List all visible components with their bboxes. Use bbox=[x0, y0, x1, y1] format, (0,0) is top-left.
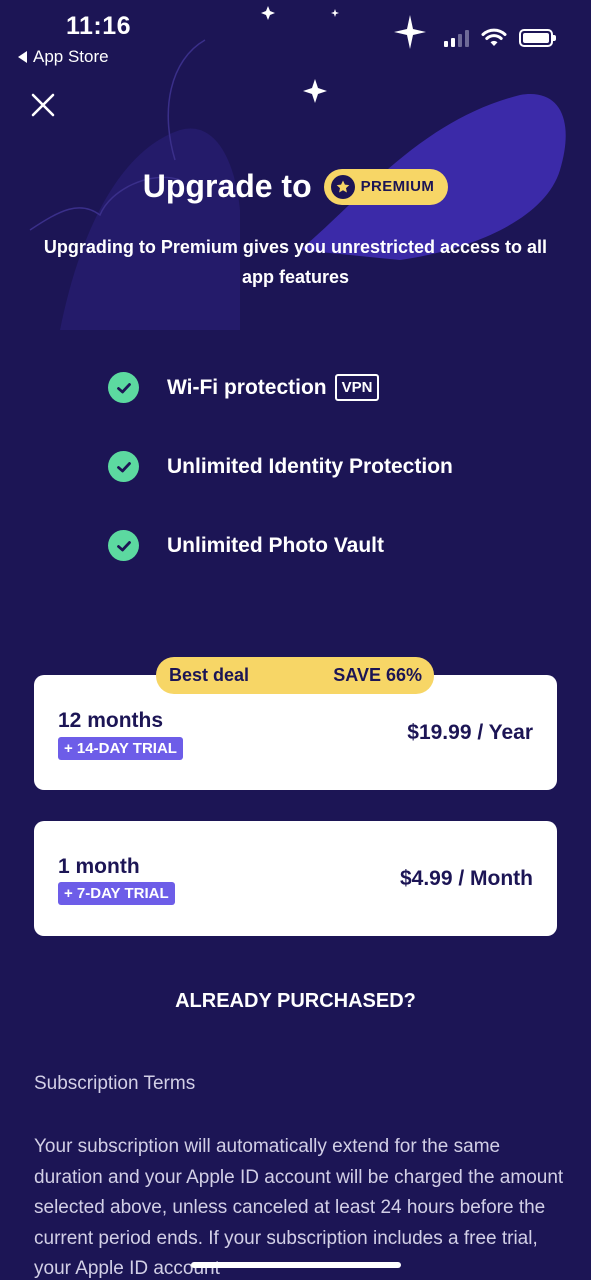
save-percent-label: SAVE 66% bbox=[333, 665, 422, 685]
plan-price: $19.99 / Year bbox=[407, 721, 533, 744]
back-to-app-store-link[interactable]: App Store bbox=[18, 47, 109, 67]
subscription-terms-body: Your subscription will automatically ext… bbox=[34, 1136, 564, 1279]
subscription-terms-heading: Subscription Terms bbox=[34, 1073, 196, 1094]
plan-option-monthly[interactable]: 1 month + 7-DAY TRIAL $4.99 / Month bbox=[34, 821, 557, 936]
checkmark-icon bbox=[108, 530, 139, 561]
cellular-signal-icon bbox=[444, 29, 469, 47]
wifi-icon bbox=[481, 28, 507, 46]
plan-price: $4.99 / Month bbox=[399, 867, 533, 890]
checkmark-icon bbox=[108, 451, 139, 482]
back-arrow-icon bbox=[18, 51, 27, 63]
feature-item-photo-vault: Unlimited Photo Vault bbox=[108, 526, 453, 565]
premium-badge: PREMIUM bbox=[323, 168, 449, 205]
subtitle: Upgrading to Premium gives you unrestric… bbox=[43, 237, 548, 287]
sparkle-icon bbox=[261, 6, 426, 103]
home-indicator[interactable] bbox=[191, 1262, 401, 1268]
feature-label: Unlimited Photo Vault bbox=[167, 533, 385, 557]
status-time: 11:16 bbox=[66, 12, 132, 40]
page-title: Upgrade to bbox=[142, 168, 312, 204]
feature-item-identity: Unlimited Identity Protection bbox=[108, 447, 453, 486]
back-label: App Store bbox=[33, 47, 109, 66]
star-icon bbox=[330, 174, 355, 199]
checkmark-icon bbox=[108, 372, 139, 403]
best-deal-banner: Best deal SAVE 66% bbox=[156, 657, 434, 694]
upgrade-title-row: Upgrade to PREMIUM bbox=[0, 168, 591, 205]
feature-label: Wi-Fi protection bbox=[167, 375, 327, 399]
trial-badge: + 14-DAY TRIAL bbox=[58, 737, 183, 760]
premium-badge-label: PREMIUM bbox=[360, 178, 435, 195]
feature-label: Unlimited Identity Protection bbox=[167, 454, 453, 478]
battery-icon bbox=[519, 29, 556, 47]
already-purchased-button[interactable]: ALREADY PURCHASED? bbox=[0, 990, 591, 1013]
close-button[interactable] bbox=[28, 90, 58, 120]
best-deal-label: Best deal bbox=[169, 665, 250, 685]
status-icons bbox=[444, 28, 556, 48]
feature-item-wifi: Wi-Fi protection VPN bbox=[108, 368, 453, 407]
feature-list: Wi-Fi protection VPN Unlimited Identity … bbox=[108, 368, 453, 605]
trial-badge: + 7-DAY TRIAL bbox=[58, 882, 175, 905]
plan-name: 1 month bbox=[58, 855, 140, 878]
vpn-tag: VPN bbox=[334, 374, 380, 401]
plan-name: 12 months bbox=[58, 709, 164, 732]
